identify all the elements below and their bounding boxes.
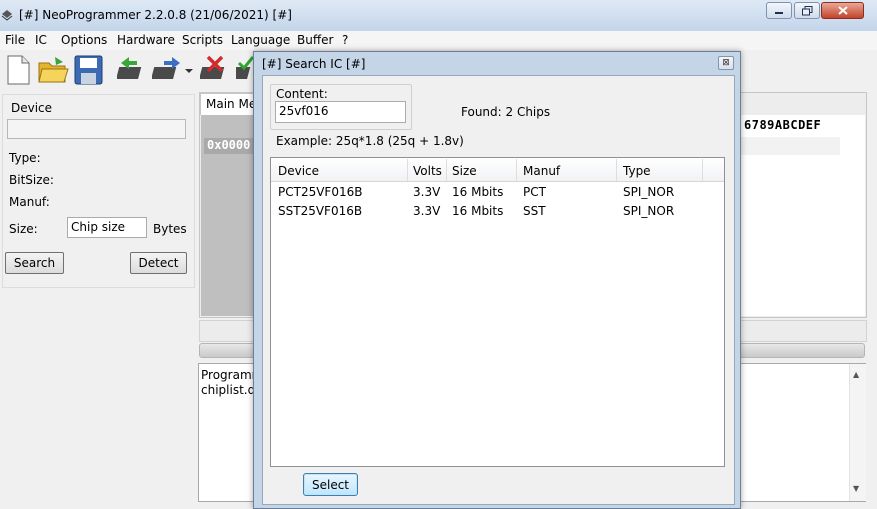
cell-device: SST25VF016B — [278, 204, 363, 218]
found-count: Found: 2 Chips — [461, 105, 551, 119]
bitsize-label: BitSize: — [9, 173, 54, 187]
menu-scripts[interactable]: Scripts — [182, 33, 223, 47]
device-group-label: Device — [11, 101, 53, 115]
cell-volts: 3.3V — [413, 185, 441, 199]
search-button[interactable]: Search — [5, 252, 64, 274]
cell-volts: 3.3V — [413, 204, 441, 218]
size-label: Size: — [9, 222, 38, 236]
manuf-label: Manuf: — [9, 195, 50, 209]
cell-manuf: PCT — [523, 185, 546, 199]
read-chip-icon[interactable] — [117, 53, 149, 87]
column-divider[interactable] — [702, 159, 703, 181]
detect-button[interactable]: Detect — [130, 252, 187, 274]
app-icon — [1, 10, 13, 21]
cell-manuf: SST — [523, 204, 546, 218]
bytes-label: Bytes — [153, 222, 187, 236]
menu-hardware[interactable]: Hardware — [117, 33, 175, 47]
menu-language[interactable]: Language — [231, 33, 290, 47]
column-header-type[interactable]: Type — [623, 164, 651, 178]
column-header-size[interactable]: Size — [452, 164, 477, 178]
menu-file[interactable]: File — [5, 33, 25, 47]
scroll-up-icon[interactable]: ▲ — [853, 370, 859, 379]
content-search-input[interactable]: 25vf016 — [275, 101, 406, 123]
menu-buffer[interactable]: Buffer — [297, 33, 333, 47]
cell-size: 16 Mbits — [452, 204, 504, 218]
column-divider[interactable] — [407, 159, 408, 181]
column-header-device[interactable]: Device — [278, 164, 319, 178]
log-scrollbar[interactable] — [849, 364, 866, 501]
cell-type: SPI_NOR — [623, 185, 675, 199]
cell-size: 16 Mbits — [452, 185, 504, 199]
close-icon — [837, 6, 848, 15]
dialog-close-button[interactable]: ⊠ — [718, 56, 734, 70]
verify-chip-icon[interactable] — [236, 53, 254, 87]
new-file-icon[interactable] — [2, 53, 34, 87]
column-divider[interactable] — [616, 159, 617, 181]
size-input[interactable]: Chip size — [67, 217, 147, 238]
table-header — [271, 158, 724, 182]
example-hint: Example: 25q*1.8 (25q + 1.8v) — [276, 134, 464, 148]
restore-button[interactable] — [794, 2, 820, 19]
column-divider[interactable] — [446, 159, 447, 181]
dropdown-arrow-icon[interactable] — [183, 53, 195, 87]
menu-help[interactable]: ? — [342, 33, 348, 47]
column-header-volts[interactable]: Volts — [413, 164, 442, 178]
menu-ic[interactable]: IC — [35, 33, 47, 47]
hex-address-cell: 0x0000 — [204, 138, 260, 154]
cell-device: PCT25VF016B — [278, 185, 363, 199]
window-close-button[interactable] — [821, 2, 864, 19]
minimize-button[interactable] — [766, 2, 792, 19]
content-label: Content: — [276, 87, 328, 101]
close-icon: ⊠ — [722, 58, 730, 68]
cell-type: SPI_NOR — [623, 204, 675, 218]
type-label: Type: — [9, 151, 41, 165]
menu-bar: File IC Options Hardware Scripts Languag… — [0, 31, 877, 51]
save-disk-icon[interactable] — [72, 53, 104, 87]
restore-icon — [801, 5, 812, 15]
column-divider[interactable] — [516, 159, 517, 181]
scroll-down-icon[interactable]: ▼ — [853, 484, 859, 493]
menu-options[interactable]: Options — [61, 33, 107, 47]
dialog-title: [#] Search IC [#] — [262, 57, 366, 71]
minimize-icon — [775, 11, 783, 14]
erase-chip-icon[interactable] — [200, 53, 232, 87]
window-title: [#] NeoProgrammer 2.2.0.8 (21/06/2021) [… — [19, 8, 292, 22]
write-chip-icon[interactable] — [152, 53, 184, 87]
hex-row — [739, 137, 840, 155]
column-header-manuf[interactable]: Manuf — [523, 164, 560, 178]
device-name-field — [7, 119, 186, 139]
select-button[interactable]: Select — [303, 473, 358, 496]
open-folder-icon[interactable] — [37, 53, 69, 87]
hex-column-header: 6789ABCDEF — [744, 118, 822, 132]
